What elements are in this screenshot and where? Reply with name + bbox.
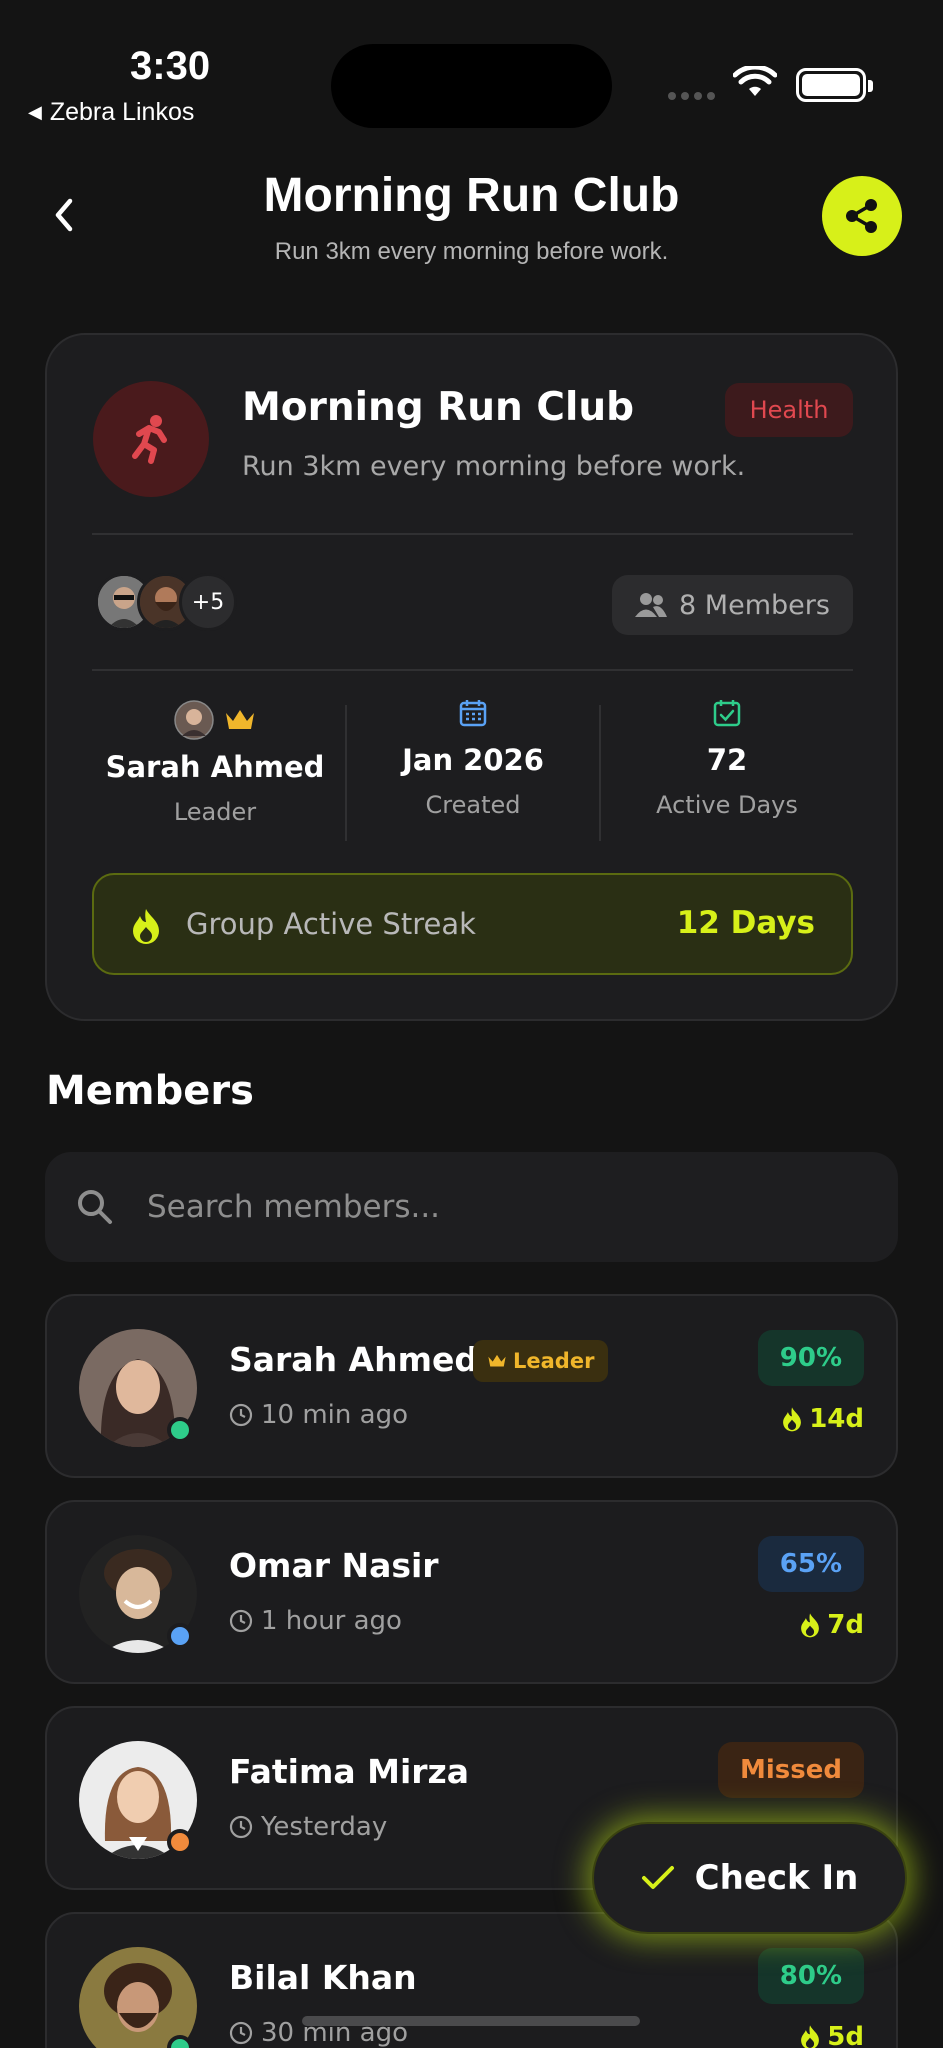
members-count-button[interactable]: 8 Members — [612, 575, 853, 635]
completion-badge: 65% — [757, 1536, 864, 1592]
last-seen: 1 hour ago — [229, 1606, 402, 1636]
flame-icon — [133, 909, 159, 944]
crown-icon — [226, 710, 254, 729]
online-status-dot — [167, 1417, 193, 1443]
divider — [599, 705, 601, 841]
member-name: Bilal Khan — [229, 1958, 417, 1997]
divider — [92, 669, 853, 671]
last-seen: Yesterday — [229, 1812, 387, 1842]
dynamic-island — [331, 44, 612, 128]
page-title: Morning Run Club — [263, 169, 680, 222]
last-seen: 10 min ago — [229, 1400, 408, 1430]
share-button[interactable] — [822, 176, 902, 256]
leader-label: Leader — [173, 798, 257, 826]
search-input[interactable]: Search members... — [147, 1189, 440, 1225]
wifi-icon — [733, 66, 777, 96]
home-indicator[interactable] — [302, 2016, 640, 2026]
clock-icon — [229, 1815, 253, 1839]
member-row[interactable]: Omar Nasir 1 hour ago 65% 7d — [45, 1500, 898, 1684]
online-status-dot — [167, 2035, 193, 2048]
group-title: Morning Run Club — [242, 385, 635, 430]
category-tag: Health — [725, 383, 853, 437]
leader-tag: Leader — [473, 1340, 609, 1382]
member-streak-value: 7d — [827, 1610, 864, 1640]
member-name: Sarah Ahmed — [229, 1340, 478, 1379]
flame-icon — [801, 2025, 820, 2048]
cellular-signal-icon — [668, 92, 715, 100]
last-seen-label: Yesterday — [261, 1812, 388, 1842]
avatars-more-count: +5 — [179, 573, 237, 631]
calendar-check-icon — [713, 700, 741, 727]
group-description: Run 3km every morning before work. — [242, 451, 746, 482]
member-row[interactable]: Sarah Ahmed Leader 10 min ago 90% 14d — [45, 1294, 898, 1478]
away-status-dot — [167, 1623, 193, 1649]
created-label: Created — [425, 791, 521, 819]
members-count-label: 8 Members — [679, 589, 830, 621]
search-members-field[interactable]: Search members... — [45, 1152, 898, 1262]
idle-status-dot — [167, 1829, 193, 1855]
share-icon — [846, 199, 877, 233]
leader-tag-label: Leader — [513, 1349, 595, 1373]
running-icon — [132, 415, 167, 464]
member-avatar — [79, 1947, 197, 2048]
member-streak: 7d — [799, 1610, 864, 1640]
streak-value: 12 Days — [676, 905, 815, 941]
divider — [345, 705, 347, 841]
back-triangle-icon: ◀ — [28, 102, 42, 122]
page-subtitle: Run 3km every morning before work. — [274, 238, 669, 265]
checkmark-icon — [641, 1866, 674, 1889]
streak-label: Group Active Streak — [186, 907, 476, 941]
leader-name: Sarah Ahmed — [105, 750, 325, 784]
battery-icon — [796, 68, 873, 102]
group-streak-banner: Group Active Streak 12 Days — [92, 873, 853, 975]
member-streak: 14d — [781, 1404, 864, 1434]
group-info-card: Morning Run Club Run 3km every morning b… — [45, 333, 898, 1021]
member-streak-value: 5d — [827, 2022, 864, 2048]
clock-icon — [229, 1403, 253, 1427]
back-app-label: Zebra Linkos — [49, 98, 195, 126]
group-icon — [93, 381, 209, 497]
leader-stat[interactable]: Sarah Ahmed Leader — [95, 700, 335, 826]
check-in-label: Check In — [694, 1858, 859, 1898]
leader-avatar — [174, 700, 214, 740]
completion-badge: 80% — [757, 1948, 864, 2004]
member-streak: 5d — [799, 2022, 864, 2048]
flame-icon — [801, 1613, 820, 1638]
member-name: Omar Nasir — [229, 1546, 439, 1585]
member-avatars[interactable]: +5 — [95, 573, 237, 631]
clock-icon — [229, 1609, 253, 1633]
active-days-label: Active Days — [656, 791, 798, 819]
created-value: Jan 2026 — [402, 743, 544, 777]
divider — [92, 533, 853, 535]
completion-badge: 90% — [757, 1330, 864, 1386]
crown-icon — [488, 1354, 506, 1367]
users-icon — [635, 593, 668, 617]
member-streak-value: 14d — [809, 1404, 864, 1434]
flame-icon — [783, 1407, 802, 1432]
status-time: 3:30 — [130, 44, 211, 88]
active-days-stat: 72 Active Days — [607, 693, 847, 819]
clock-icon — [229, 2021, 253, 2045]
members-section-title: Members — [46, 1068, 254, 1114]
member-name: Fatima Mirza — [229, 1752, 470, 1791]
last-seen-label: 10 min ago — [261, 1400, 408, 1430]
check-in-button[interactable]: Check In — [592, 1822, 907, 1934]
calendar-icon — [459, 700, 487, 727]
missed-badge: Missed — [718, 1742, 864, 1798]
active-days-value: 72 — [706, 743, 748, 777]
search-icon — [78, 1190, 112, 1224]
created-stat: Jan 2026 Created — [353, 693, 593, 819]
last-seen-label: 1 hour ago — [261, 1606, 402, 1636]
back-to-app-link[interactable]: ◀ Zebra Linkos — [28, 98, 194, 127]
